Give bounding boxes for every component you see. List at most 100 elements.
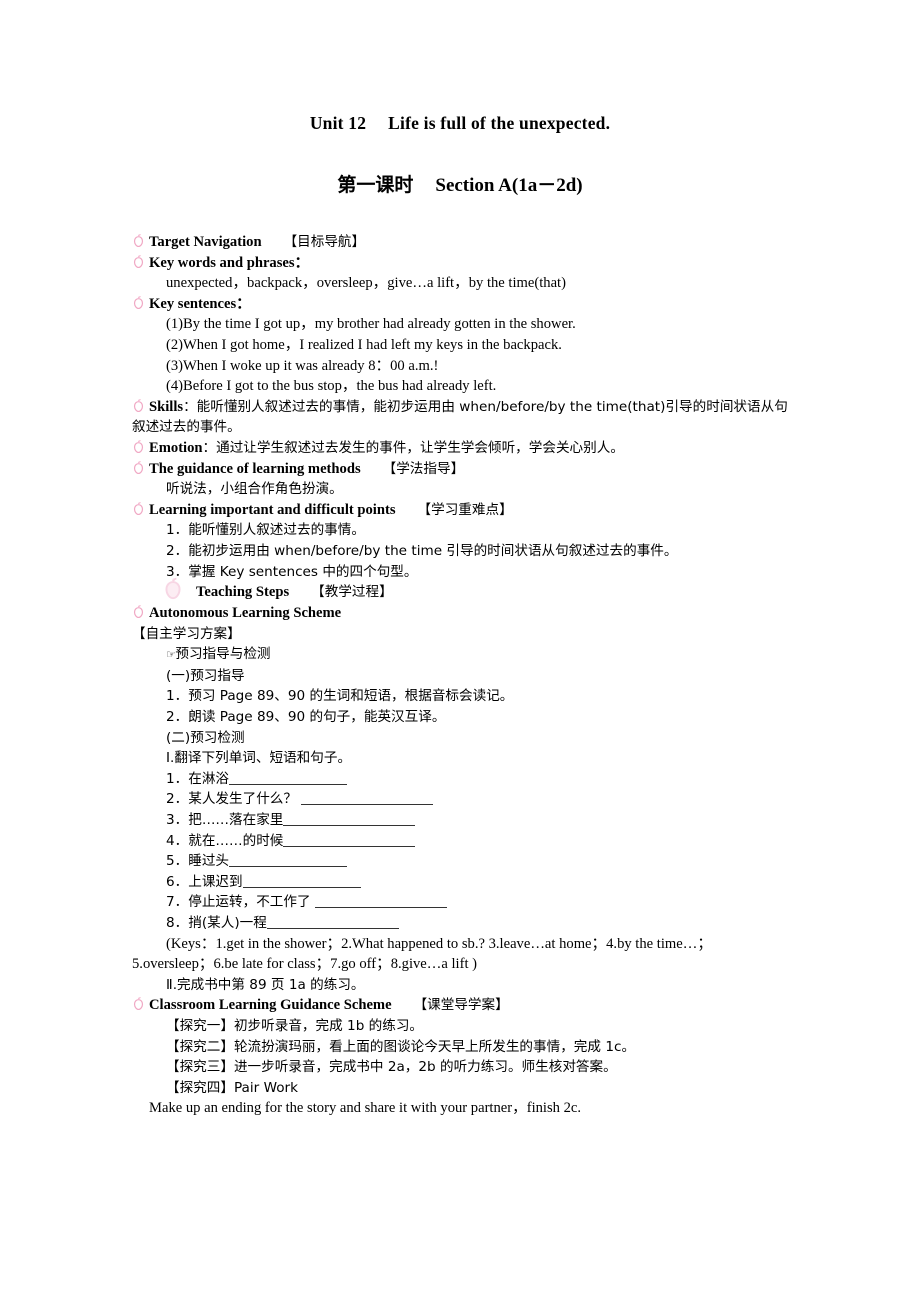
target-navigation-label-cn: 【目标导航】 [283,234,366,250]
teaching-steps-label-cn: 【教学过程】 [311,584,393,601]
classroom-item: 【探究四】Pair Work [166,1079,298,1096]
answer-blank[interactable] [229,770,348,785]
autonomous-heading: Autonomous Learning Scheme [132,603,788,624]
apple-bullet-icon [130,295,147,312]
classroom-label-cn: 【课堂导学案】 [413,997,509,1014]
teaching-steps-heading: Teaching Steps 【教学过程】 [132,577,788,603]
exercise-number: 5． [166,853,189,870]
exercise-item: 6．上课迟到 [132,872,788,893]
apple-bullet-icon [130,604,147,621]
classroom-item: 【探究二】轮流扮演玛丽，看上面的图谈论今天早上所发生的事情，完成 1c。 [166,1038,636,1055]
part-one-label: (一)预习指导 [166,667,245,684]
classroom-item: 【探究三】进一步听录音，完成书中 2a，2b 的听力练习。师生核对答案。 [166,1059,617,1076]
apple-bullet-icon [130,460,147,477]
skills-row: Skills：能听懂别人叙述过去的事情，能初步运用由 when/before/b… [132,397,788,438]
emotion-text: ：通过让学生叙述过去发生的事件，让学生学会倾听，学会关心别人。 [202,439,624,456]
apple-bullet-icon [130,439,147,456]
apple-bullet-large-icon [158,576,188,604]
pre-study-title-row: ☞预习指导与检测 [132,644,788,666]
key-points-heading: Learning important and difficult points 【… [132,500,788,521]
key-points-item: 1．能听懂别人叙述过去的事情。 [166,522,365,539]
exercise-number: 7． [166,894,189,911]
target-navigation-label-en: Target Navigation [149,234,262,250]
exercise-text: 在淋浴 [188,770,230,787]
key-sentence-item: (2)When I got home，I realized I had left… [166,336,562,353]
classroom-item: 【探究一】初步听录音，完成 1b 的练习。 [166,1017,424,1034]
apple-bullet-icon [130,501,147,518]
document-page: Unit 12 Life is full of the unexpected. 第… [0,0,920,1302]
pointing-hand-icon: ☞ [166,648,176,662]
guidance-methods-content: 听说法，小组合作角色扮演。 [166,481,343,498]
autonomous-label-cn: 【自主学习方案】 [132,625,241,642]
apple-bullet-icon [130,996,147,1013]
guidance-methods-heading: The guidance of learning methods 【学法指导】 [132,459,788,480]
exercise-number: 3． [166,812,189,829]
exercise-number: 6． [166,873,189,890]
guidance-methods-label-en: The guidance of learning methods [149,460,361,477]
apple-bullet-icon [130,233,147,250]
exercise-text: 把……落在家里 [188,812,284,829]
answer-blank[interactable] [314,893,447,909]
exercise-text: 某人发生了什么？ [188,791,302,808]
part-two-label: (二)预习检测 [166,729,245,746]
guidance-methods-label-cn: 【学法指导】 [382,460,465,477]
page-subtitle: 第一课时 Section A(1a－2d) [0,134,920,197]
key-points-label-en: Learning important and difficult points [149,501,396,518]
exercise-two: Ⅱ.完成书中第 89 页 1a 的练习。 [166,976,365,993]
skills-text: ：能听懂别人叙述过去的事情，能初步运用由 when/before/by the … [132,398,788,436]
key-points-item: 2．能初步运用由 when/before/by the time 引导的时间状语… [166,542,678,559]
pre-study-title: 预习指导与检测 [175,646,271,663]
key-sentence-item: (3)When I woke up it was already 8：00 a.… [166,357,439,374]
autonomous-label-en: Autonomous Learning Scheme [149,605,342,622]
title-name: Life is full of the unexpected. [388,113,611,133]
exercise-text: 停止运转，不工作了 [188,894,315,911]
exercise-number: 8． [166,915,189,931]
exercise-number: 4． [166,832,189,849]
key-sentence-item: (1)By the time I got up，my brother had a… [166,316,576,333]
exercise-text: 睡过头 [188,853,230,870]
key-words-heading: Key words and phrases： [132,253,788,274]
key-sentences-label: Key sentences： [149,295,251,312]
emotion-row: Emotion：通过让学生叙述过去发生的事件，让学生学会倾听，学会关心别人。 [132,438,788,459]
pair-work-instruction: Make up an ending for the story and shar… [149,1100,582,1117]
title-unit: Unit 12 [309,113,367,133]
exercise-item: 5．睡过头 [132,851,788,872]
key-points-item: 3．掌握 Key sentences 中的四个句型。 [166,563,418,580]
skills-label: Skills [149,398,184,415]
apple-bullet-icon [130,398,147,415]
key-points-label-cn: 【学习重难点】 [417,501,513,518]
answer-blank[interactable] [301,790,434,806]
exercise-text: 就在……的时候 [188,832,284,849]
emotion-label: Emotion [149,439,203,456]
classroom-label-en: Classroom Learning Guidance Scheme [149,997,392,1014]
exercise-number: 2． [166,791,189,808]
exercise-text: 捎(某人)一程 [188,915,267,931]
answer-blank[interactable] [229,852,348,868]
exercise-number: 1． [166,770,189,787]
answer-blank[interactable] [266,914,399,929]
exercise-text: 上课迟到 [188,873,243,890]
exercise-item: 4．就在……的时候 [132,831,788,852]
exercise-item: 7．停止运转，不工作了 [132,892,788,913]
answer-blank[interactable] [283,832,416,847]
key-sentence-item: (4)Before I got to the bus stop，the bus … [166,378,497,395]
subtitle-lesson: 第一课时 [337,175,414,196]
answer-blank[interactable] [283,811,416,827]
exercise-item: 2．某人发生了什么？ [132,789,788,810]
classroom-heading: Classroom Learning Guidance Scheme 【课堂导学案… [132,995,788,1016]
exercise-item: 1．在淋浴 [132,769,788,790]
exercise-item: 8．捎(某人)一程 [132,913,788,934]
part-one-item: 1．预习 Page 89、90 的生词和短语，根据音标会读记。 [166,688,514,705]
document-body: Target Navigation 【目标导航】 Key words and ph… [132,232,788,1119]
part-one-item: 2．朗读 Page 89、90 的句子，能英汉互译。 [166,709,446,726]
teaching-steps-label-en: Teaching Steps [196,584,290,601]
answer-keys-line: 5.oversleep；6.be late for class；7.go off… [132,956,478,973]
section-target-navigation-heading: Target Navigation 【目标导航】 [132,232,788,253]
exercise-item: 3．把……落在家里 [132,810,788,831]
key-words-content: unexpected，backpack，oversleep，give…a lif… [166,275,566,292]
answer-blank[interactable] [242,873,361,888]
subtitle-section: Section A(1a－2d) [435,175,583,196]
apple-bullet-icon [130,254,147,271]
answer-keys-line: (Keys：1.get in the shower；2.What happene… [166,935,712,952]
page-title: Unit 12 Life is full of the unexpected. [0,0,920,134]
